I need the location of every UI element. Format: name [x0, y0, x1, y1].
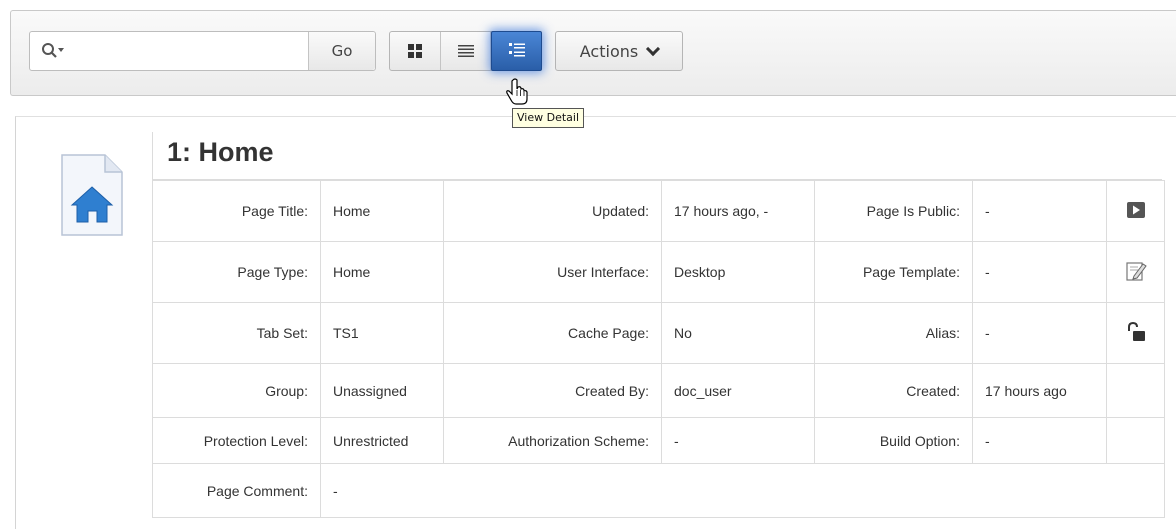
page-heading[interactable]: 1: Home [167, 137, 274, 168]
run-page-button[interactable] [1106, 180, 1165, 242]
table-row: Page Type: Home User Interface: Desktop … [152, 241, 1165, 303]
hand-pointer-icon [506, 78, 528, 105]
detail-list-icon [508, 43, 525, 57]
cache-page-value: No [661, 302, 815, 364]
user-interface-label: User Interface: [443, 241, 662, 303]
page-title-row [152, 132, 1162, 180]
group-value: Unassigned [320, 363, 444, 418]
alias-label: Alias: [814, 302, 973, 364]
alias-value: - [972, 302, 1107, 364]
edit-page-icon [1125, 261, 1147, 281]
page-title-label: Page Title: [152, 180, 321, 242]
group-label: Group: [152, 363, 321, 418]
protection-level-value: Unrestricted [320, 417, 444, 464]
created-by-value: doc_user [661, 363, 815, 418]
user-interface-value: Desktop [661, 241, 815, 303]
build-option-label: Build Option: [814, 417, 973, 464]
build-option-value: - [972, 417, 1107, 464]
authorization-scheme-label: Authorization Scheme: [443, 417, 662, 464]
actions-label: Actions [579, 41, 639, 61]
edit-page-button[interactable] [1106, 241, 1165, 303]
cache-page-label: Cache Page: [443, 302, 662, 364]
page-type-value: Home [320, 241, 444, 303]
actions-menu-button[interactable]: Actions [555, 31, 683, 71]
grid-icon [407, 44, 422, 58]
run-page-icon [1126, 201, 1145, 218]
home-page-icon[interactable] [61, 154, 123, 236]
table-row: Page Comment: - [152, 463, 1165, 518]
empty-action-cell [1106, 363, 1165, 418]
unlock-page-button[interactable] [1106, 302, 1165, 364]
view-detail-tooltip: View Detail [512, 108, 585, 128]
tab-set-value: TS1 [320, 302, 444, 364]
page-properties-table: Page Title: Home Updated: 17 hours ago, … [152, 180, 1165, 518]
report-toolbar: Go Actions [10, 10, 1176, 96]
page-title-value: Home [320, 180, 444, 242]
table-row: Protection Level: Unrestricted Authoriza… [152, 417, 1165, 464]
created-by-label: Created By: [443, 363, 662, 418]
page-comment-value: - [320, 463, 1165, 518]
table-row: Page Title: Home Updated: 17 hours ago, … [152, 180, 1165, 242]
search-options-icon[interactable] [30, 32, 78, 70]
report-view-button[interactable] [441, 32, 492, 70]
search-input[interactable] [78, 32, 308, 70]
updated-value: 17 hours ago, - [661, 180, 815, 242]
table-row: Tab Set: TS1 Cache Page: No Alias: - [152, 302, 1165, 364]
table-row: Group: Unassigned Created By: doc_user C… [152, 363, 1165, 418]
search-bar: Go [29, 31, 376, 71]
unlock-icon [1127, 321, 1145, 341]
updated-label: Updated: [443, 180, 662, 242]
created-label: Created: [814, 363, 973, 418]
page-is-public-value: - [972, 180, 1107, 242]
tab-set-label: Tab Set: [152, 302, 321, 364]
go-button[interactable]: Go [308, 32, 375, 70]
icon-view-button[interactable] [390, 32, 441, 70]
protection-level-label: Protection Level: [152, 417, 321, 464]
page-template-value: - [972, 241, 1107, 303]
page-type-label: Page Type: [152, 241, 321, 303]
chevron-down-icon [646, 41, 661, 56]
detail-view-button[interactable] [491, 31, 543, 71]
view-switcher [389, 31, 543, 71]
empty-action-cell [1106, 417, 1165, 464]
authorization-scheme-value: - [661, 417, 815, 464]
list-icon [457, 45, 474, 57]
page-comment-label: Page Comment: [152, 463, 321, 518]
page-template-label: Page Template: [814, 241, 973, 303]
created-value: 17 hours ago [972, 363, 1107, 418]
page-is-public-label: Page Is Public: [814, 180, 973, 242]
app-page: Go Actions View Detail 1: Home Page Titl… [0, 0, 1176, 529]
